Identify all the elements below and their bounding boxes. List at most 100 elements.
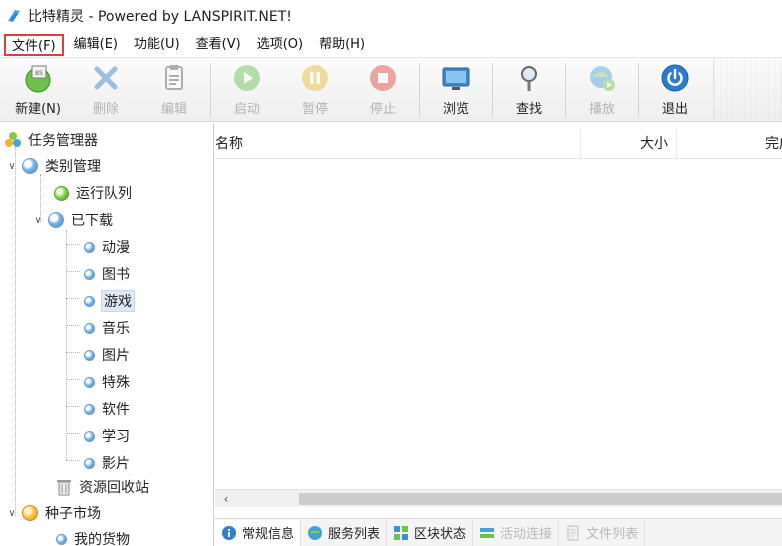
- tree-item-games[interactable]: 游戏: [84, 290, 135, 312]
- tab-general-info[interactable]: 常规信息: [215, 519, 302, 546]
- start-button[interactable]: 启动: [213, 58, 281, 120]
- new-button[interactable]: BS 新建(N): [4, 58, 72, 120]
- tree-item-books[interactable]: 图书: [84, 263, 130, 285]
- tree-node-torrent-market[interactable]: ∨ 种子市场: [6, 502, 101, 524]
- toolbar: BS 新建(N) 删除 编辑 启动 暂停 停止 浏览 查找 播放 退出: [0, 58, 782, 122]
- browse-icon: [438, 62, 474, 94]
- menu-options[interactable]: 选项(O): [251, 34, 309, 56]
- column-header-name[interactable]: 名称: [211, 129, 581, 159]
- tree-connector: [66, 460, 80, 461]
- tree-connector: [15, 147, 16, 517]
- tree-root-task-manager[interactable]: 任务管理器: [4, 129, 98, 151]
- tree-connector: [66, 244, 80, 245]
- scroll-left-icon[interactable]: ‹: [219, 490, 233, 508]
- horizontal-scrollbar[interactable]: ‹: [215, 489, 782, 507]
- folder-dot-icon: [84, 430, 95, 442]
- chevron-down-icon[interactable]: ∨: [6, 508, 18, 519]
- tab-block-status[interactable]: 区块状态: [387, 519, 474, 546]
- queue-icon: [54, 185, 69, 201]
- stop-button[interactable]: 停止: [349, 58, 417, 120]
- tree-item-music[interactable]: 音乐: [84, 317, 130, 339]
- tab-active-connections[interactable]: 活动连接: [473, 519, 560, 546]
- column-header-completed[interactable]: 完成量: [677, 129, 782, 159]
- task-tree-panel: 任务管理器 ∨ 类别管理 运行队列 ∨ 已下载 动漫 图书 游戏 音乐 图片 特…: [0, 123, 214, 546]
- market-icon: [22, 505, 38, 521]
- power-icon: [657, 62, 693, 94]
- menu-help[interactable]: 帮助(H): [313, 34, 371, 56]
- tree-connector: [66, 298, 80, 299]
- folder-dot-icon: [84, 322, 95, 334]
- chevron-down-icon[interactable]: ∨: [6, 161, 18, 172]
- pause-icon: [297, 62, 333, 94]
- browse-button[interactable]: 浏览: [422, 58, 490, 120]
- stop-icon: [365, 62, 401, 94]
- search-icon: [511, 62, 547, 94]
- blocks-icon: [393, 525, 409, 541]
- delete-button[interactable]: 删除: [72, 58, 140, 120]
- tree-item-software[interactable]: 软件: [84, 398, 130, 420]
- tree-node-recycle-bin[interactable]: 资源回收站: [56, 476, 149, 498]
- recycle-bin-icon: [56, 478, 72, 496]
- tab-server-list[interactable]: 服务列表: [301, 519, 388, 546]
- tree-item-study[interactable]: 学习: [84, 425, 130, 447]
- window-title: 比特精灵 - Powered by LANSPIRIT.NET!: [28, 9, 292, 25]
- tree-connector: [66, 406, 80, 407]
- play-button[interactable]: 播放: [568, 58, 636, 120]
- start-icon: [229, 62, 265, 94]
- detail-tabs: 常规信息 服务列表 区块状态 活动连接 文件列表: [215, 518, 782, 546]
- toolbar-separator: [638, 63, 639, 117]
- menu-file[interactable]: 文件(F): [4, 33, 64, 56]
- svg-text:BS: BS: [35, 70, 43, 77]
- tree-node-category[interactable]: ∨ 类别管理: [6, 155, 101, 177]
- toolbar-separator: [565, 63, 566, 117]
- menu-bar: 文件(F) 编辑(E) 功能(U) 查看(V) 选项(O) 帮助(H): [0, 32, 782, 58]
- tree-connector: [66, 433, 80, 434]
- tree-item-pictures[interactable]: 图片: [84, 344, 130, 366]
- tree-connector: [66, 352, 80, 353]
- server-icon: [307, 525, 323, 541]
- connection-icon: [479, 525, 495, 541]
- tree-node-downloaded[interactable]: ∨ 已下载: [32, 209, 113, 231]
- toolbar-filler: [713, 58, 782, 120]
- tree-node-my-goods[interactable]: 我的货物: [56, 528, 130, 546]
- delete-icon: [88, 62, 124, 94]
- file-list-icon: [565, 525, 581, 541]
- chevron-down-icon[interactable]: ∨: [32, 215, 44, 226]
- edit-button[interactable]: 编辑: [140, 58, 208, 120]
- tree-connector: [66, 271, 80, 272]
- tree-node-queue[interactable]: 运行队列: [54, 182, 132, 204]
- tree-item-special[interactable]: 特殊: [84, 371, 130, 393]
- column-header-size[interactable]: 大小: [581, 129, 677, 159]
- folder-dot-icon: [84, 268, 95, 280]
- app-logo-icon: [8, 10, 20, 22]
- folder-dot-icon: [84, 403, 95, 415]
- menu-function[interactable]: 功能(U): [128, 34, 186, 56]
- pause-button[interactable]: 暂停: [281, 58, 349, 120]
- task-manager-icon: [4, 131, 22, 149]
- tree-connector: [66, 379, 80, 380]
- edit-icon: [156, 62, 192, 94]
- task-list-panel: 名称 大小 完成量 ‹: [215, 123, 782, 515]
- info-icon: [221, 525, 237, 541]
- scrollbar-thumb[interactable]: [299, 493, 782, 505]
- tree-connector: [66, 230, 67, 460]
- toolbar-separator: [210, 63, 211, 117]
- folder-dot-icon: [84, 376, 95, 388]
- list-header: 名称 大小 完成量: [215, 129, 782, 159]
- folder-dot-icon: [56, 533, 67, 545]
- find-button[interactable]: 查找: [495, 58, 563, 120]
- menu-edit[interactable]: 编辑(E): [68, 34, 124, 56]
- category-icon: [22, 158, 38, 174]
- toolbar-separator: [492, 63, 493, 117]
- downloaded-icon: [48, 212, 64, 228]
- tree-item-movies[interactable]: 影片: [84, 452, 130, 474]
- tree-item-anime[interactable]: 动漫: [84, 236, 130, 258]
- play-icon: [584, 62, 620, 94]
- new-task-icon: BS: [20, 62, 56, 94]
- folder-dot-icon: [84, 295, 95, 307]
- toolbar-separator: [419, 63, 420, 117]
- exit-button[interactable]: 退出: [641, 58, 709, 120]
- tab-file-list[interactable]: 文件列表: [559, 519, 646, 546]
- menu-view[interactable]: 查看(V): [190, 34, 247, 56]
- folder-dot-icon: [84, 241, 95, 253]
